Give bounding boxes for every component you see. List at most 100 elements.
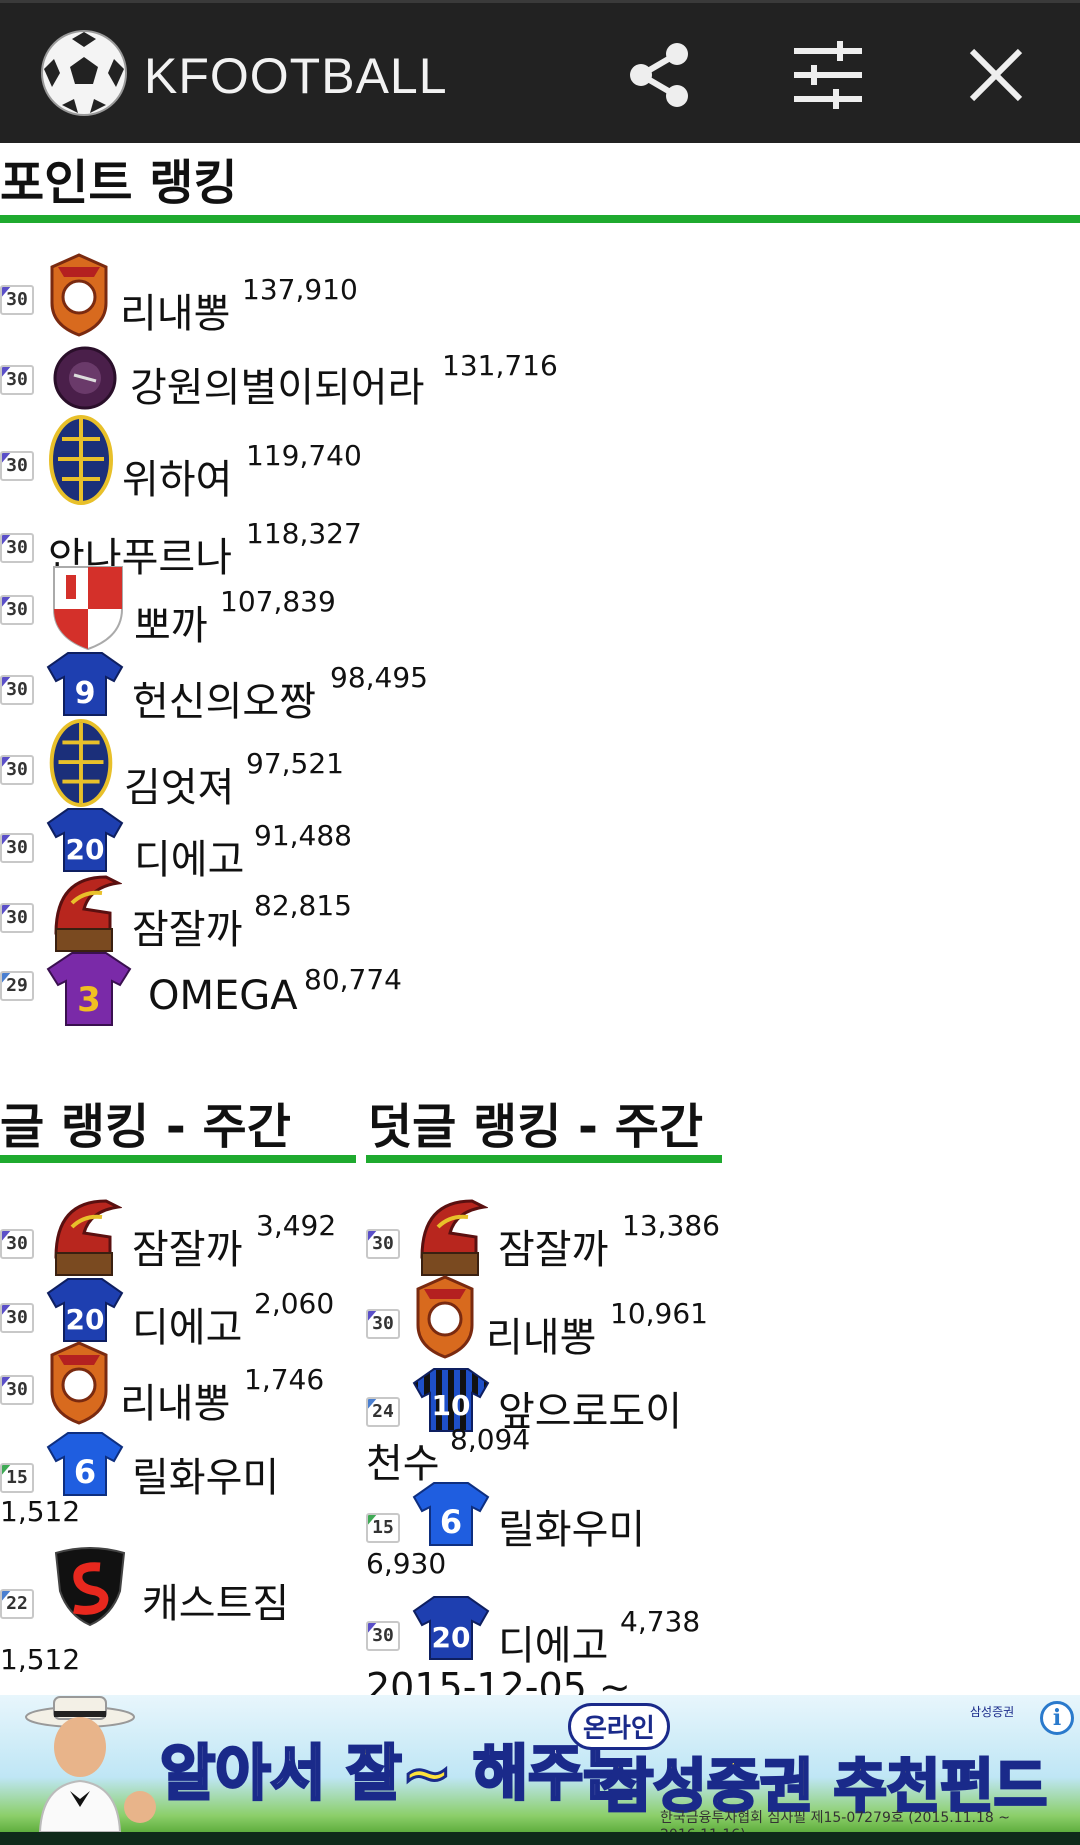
list-item[interactable]: 30 강원의별이되어라 131,716	[0, 343, 700, 413]
jersey-icon: 20	[46, 808, 124, 872]
list-item[interactable]: 30 잠잘까 13,386	[366, 1197, 726, 1277]
member-name[interactable]: 리내뽕	[486, 1305, 596, 1363]
list-item[interactable]: 30 20 디에고 91,488	[0, 805, 700, 883]
club-crest-icon	[49, 719, 113, 807]
member-name[interactable]: 뽀까	[134, 593, 208, 651]
level-badge: 30	[0, 533, 34, 563]
ad-headline: 알아서 잘~ 해주는	[159, 1738, 640, 1811]
svg-text:6: 6	[440, 1503, 462, 1541]
member-score: 118,327	[246, 517, 362, 550]
divider	[366, 1155, 722, 1163]
member-name[interactable]: 리내뽕	[120, 1371, 230, 1429]
member-score: 131,716	[442, 349, 558, 382]
list-item[interactable]: 30 잠잘까 82,815	[0, 873, 700, 953]
member-score: 13,386	[622, 1209, 720, 1242]
level-badge: 30	[0, 1303, 34, 1333]
list-item[interactable]: 30 뽀까 107,839	[0, 563, 700, 653]
member-score: 119,740	[246, 439, 362, 472]
club-crest-icon	[49, 415, 113, 505]
member-score: 97,521	[246, 747, 344, 780]
level-badge: 30	[366, 1229, 400, 1259]
level-badge: 30	[0, 675, 34, 705]
svg-text:20: 20	[432, 1621, 471, 1654]
level-badge: 15	[366, 1513, 400, 1543]
ad-person-image	[25, 1696, 156, 1832]
list-item[interactable]: 30 20 디에고 4,738	[366, 1593, 726, 1673]
member-name[interactable]: 디에고	[498, 1613, 608, 1671]
ad-banner[interactable]: 알아서 잘~ 해주는 온라인 삼성증권 추천펀드 한국금융투자협회 심사필 제1…	[0, 1695, 1080, 1832]
ranking-content[interactable]: 포인트 랭킹 30 리내뽕 137,910 30 강원의별이되어라 131,71…	[0, 143, 1080, 1695]
club-crest-icon	[54, 875, 122, 952]
point-ranking-title: 포인트 랭킹	[0, 155, 238, 211]
member-name[interactable]: 강원의별이되어라	[130, 355, 424, 413]
member-score: 107,839	[220, 585, 336, 618]
level-badge: 29	[0, 971, 34, 1001]
club-crest-icon	[420, 1199, 488, 1276]
list-item[interactable]: 30 리내뽕 10,961	[366, 1275, 726, 1365]
level-badge: 15	[0, 1463, 34, 1493]
member-score: 4,738	[620, 1605, 701, 1638]
list-item[interactable]: 30 리내뽕 1,746	[0, 1341, 350, 1427]
list-item[interactable]: 29 3 OMEGA 80,774	[0, 949, 700, 1029]
comment-ranking-title: 덧글 랭킹 - 주간	[368, 1099, 704, 1155]
svg-text:20: 20	[66, 833, 105, 866]
ad-fine-print: 한국금융투자협회 심사필 제15-07279호 (2015.11.18 ~ 20…	[660, 1810, 1010, 1832]
member-score: 3,492	[256, 1209, 337, 1242]
member-score: 137,910	[242, 273, 358, 306]
post-ranking-title: 글 랭킹 - 주간	[0, 1099, 291, 1155]
level-badge: 30	[0, 451, 34, 481]
member-score: 80,774	[304, 963, 402, 996]
level-badge: 30	[0, 1375, 34, 1405]
member-name[interactable]: 리내뽕	[120, 281, 230, 339]
member-name[interactable]: 잠잘까	[132, 1217, 242, 1275]
level-badge: 30	[0, 903, 34, 933]
jersey-icon: 9	[46, 652, 124, 716]
member-name[interactable]: OMEGA	[148, 973, 298, 1019]
member-name[interactable]: 잠잘까	[132, 897, 242, 955]
close-button[interactable]	[954, 33, 1038, 117]
list-item[interactable]: 30 리내뽕 137,910	[0, 253, 700, 337]
member-name[interactable]: 위하여	[122, 447, 232, 505]
soccer-ball-icon	[41, 30, 127, 116]
ad-info-icon[interactable]: i	[1040, 1701, 1074, 1735]
close-icon	[969, 48, 1023, 102]
member-name[interactable]: 릴화우미	[498, 1497, 645, 1555]
jersey-icon: 3	[46, 952, 132, 1026]
member-name[interactable]: 릴화우미	[132, 1445, 279, 1503]
member-score: 1,512	[0, 1495, 81, 1528]
list-item[interactable]: 30 9 헌신의오짱 98,495	[0, 649, 700, 725]
app-bar: KFOOTBALL	[0, 0, 1080, 143]
level-badge: 30	[0, 833, 34, 863]
divider	[0, 1155, 356, 1163]
level-badge: 30	[0, 1229, 34, 1259]
member-score: 1,512	[0, 1643, 81, 1676]
level-badge: 30	[366, 1621, 400, 1651]
member-name[interactable]: 잠잘까	[498, 1217, 608, 1275]
member-name[interactable]: 캐스트짐	[142, 1571, 289, 1629]
list-item[interactable]: 30 20 디에고 2,060	[0, 1275, 350, 1351]
list-item[interactable]: 15 6 릴화우미 6,930	[366, 1479, 726, 1580]
level-badge: 30	[0, 595, 34, 625]
settings-filter-button[interactable]	[786, 33, 870, 117]
club-crest-icon	[50, 1341, 108, 1425]
club-crest-icon	[416, 1275, 474, 1359]
list-item[interactable]: 24 10 앞으로도이 천수 8,094	[366, 1365, 726, 1487]
app-title: KFOOTBALL	[144, 48, 448, 104]
shield-icon	[53, 566, 123, 651]
list-item[interactable]: 30 잠잘까 3,492	[0, 1197, 350, 1277]
jersey-icon: 20	[412, 1596, 490, 1660]
club-crest-icon	[53, 346, 117, 410]
club-crest-icon	[54, 1199, 122, 1276]
list-item[interactable]: 30 김엇져 97,521	[0, 719, 700, 811]
list-item[interactable]: 30 위하여 119,740	[0, 415, 700, 505]
share-button[interactable]	[618, 33, 702, 117]
level-badge: 24	[366, 1397, 400, 1427]
svg-text:3: 3	[77, 980, 101, 1020]
member-score: 1,746	[244, 1363, 325, 1396]
svg-text:10: 10	[432, 1389, 471, 1422]
member-score: 10,961	[610, 1297, 708, 1330]
list-item[interactable]: 15 6 릴화우미 1,512	[0, 1429, 350, 1539]
member-score: 91,488	[254, 819, 352, 852]
list-item[interactable]: 22 캐스트짐 1,512	[0, 1547, 350, 1677]
member-score: 82,815	[254, 889, 352, 922]
